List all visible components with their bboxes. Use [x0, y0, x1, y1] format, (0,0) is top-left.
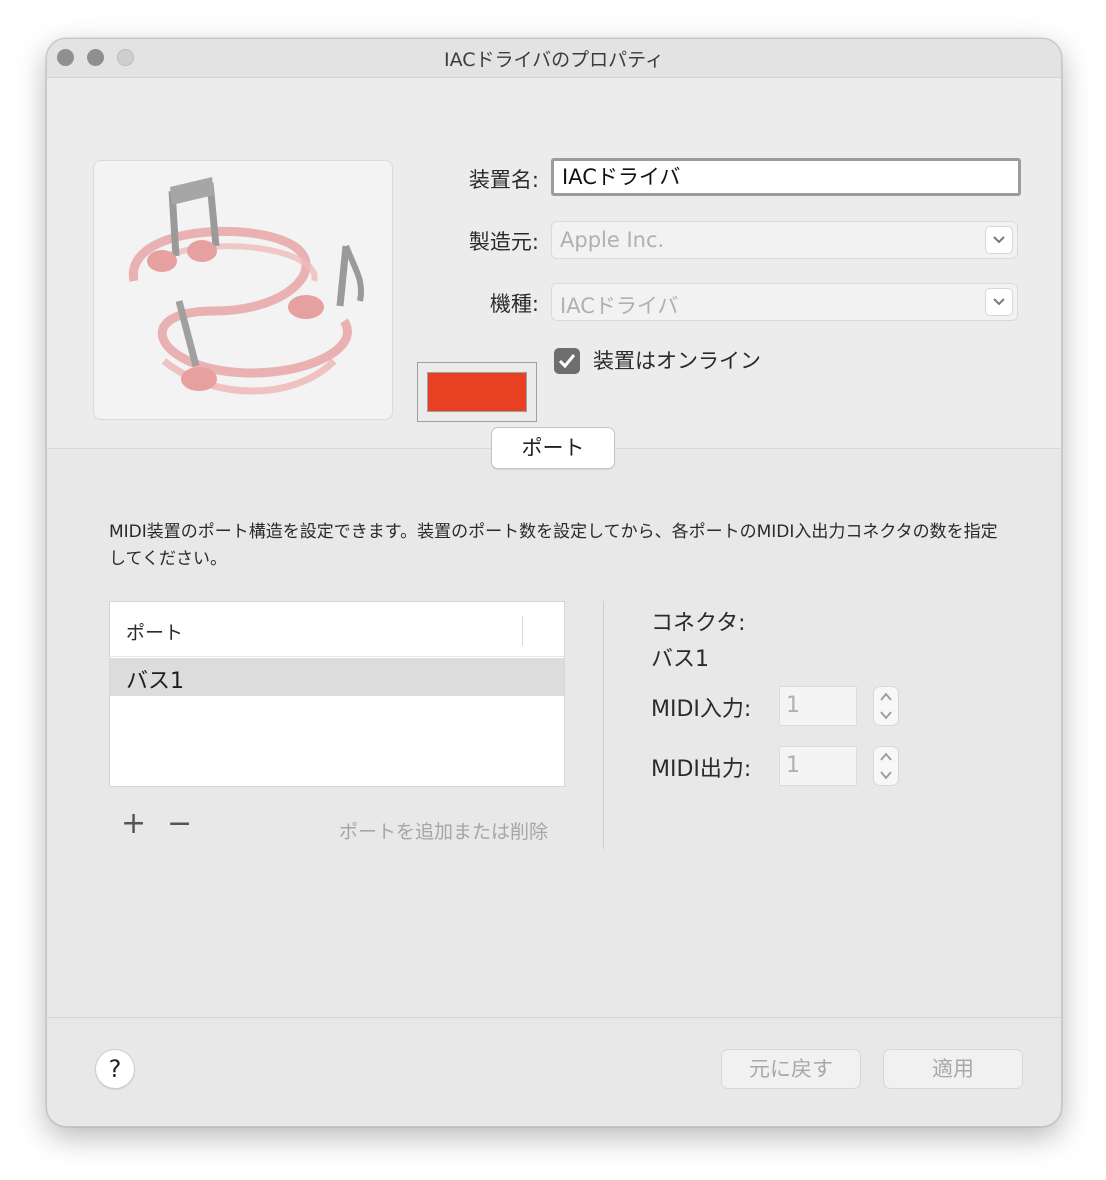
- title-bar: IACドライバのプロパティ: [47, 39, 1061, 78]
- midi-out-label: MIDI出力:: [651, 757, 752, 782]
- header-divider: [110, 656, 564, 657]
- chevron-down-icon: [880, 771, 892, 780]
- midi-out-field[interactable]: 1: [779, 746, 857, 786]
- port-name: バス1: [126, 669, 184, 694]
- midi-in-field[interactable]: 1: [779, 686, 857, 726]
- apply-button[interactable]: 適用: [883, 1049, 1023, 1089]
- ports-description: MIDI装置のポート構造を設定できます。装置のポート数を設定してから、各ポートの…: [109, 522, 998, 569]
- chevron-up-icon: [880, 752, 892, 761]
- midi-in-label: MIDI入力:: [651, 697, 752, 722]
- manufacturer-value: Apple Inc.: [560, 228, 665, 252]
- color-swatch: [427, 372, 527, 412]
- model-popup[interactable]: IACドライバ: [551, 283, 1018, 321]
- device-icon[interactable]: [93, 160, 393, 420]
- chevron-down-icon: [985, 288, 1013, 316]
- vertical-divider: [603, 601, 604, 849]
- color-well[interactable]: [417, 362, 537, 422]
- tab-ports[interactable]: ポート: [491, 427, 615, 469]
- window-title: IACドライバのプロパティ: [443, 49, 664, 71]
- chevron-down-icon: [880, 711, 892, 720]
- online-checkbox[interactable]: [554, 348, 580, 374]
- table-row[interactable]: バス1: [110, 658, 564, 696]
- add-remove-hint: ポートを追加または削除: [339, 821, 549, 843]
- manufacturer-popup[interactable]: Apple Inc.: [551, 221, 1018, 259]
- chevron-down-icon: [985, 226, 1013, 254]
- footer-divider: [47, 1017, 1061, 1018]
- ports-column-header[interactable]: ポート: [126, 618, 183, 645]
- add-port-button[interactable]: +: [121, 809, 146, 839]
- device-name-label: 装置名:: [468, 168, 539, 192]
- ports-table[interactable]: ポート バス1: [109, 601, 565, 787]
- device-name-input[interactable]: IACドライバ: [551, 158, 1021, 196]
- remove-port-button[interactable]: −: [167, 809, 192, 839]
- connector-port-name: バス1: [651, 647, 709, 672]
- online-label: 装置はオンライン: [593, 349, 761, 373]
- music-notes-icon: [129, 177, 364, 395]
- checkmark-icon: [558, 354, 576, 369]
- connector-title: コネクタ:: [651, 611, 746, 636]
- midi-in-stepper[interactable]: [873, 686, 899, 726]
- manufacturer-label: 製造元:: [468, 230, 539, 254]
- device-info-section: 装置名: IACドライバ 製造元: Apple Inc. 機種: IACドライバ…: [47, 78, 1061, 449]
- model-label: 機種:: [489, 292, 539, 316]
- model-value: IACドライバ: [560, 294, 679, 318]
- chevron-up-icon: [880, 692, 892, 701]
- properties-window: IACドライバのプロパティ 装置名: IACドライバ 製造元: Apple In…: [46, 38, 1062, 1127]
- midi-out-stepper[interactable]: [873, 746, 899, 786]
- revert-button[interactable]: 元に戻す: [721, 1049, 861, 1089]
- help-button[interactable]: ?: [95, 1049, 135, 1089]
- column-divider: [522, 616, 523, 646]
